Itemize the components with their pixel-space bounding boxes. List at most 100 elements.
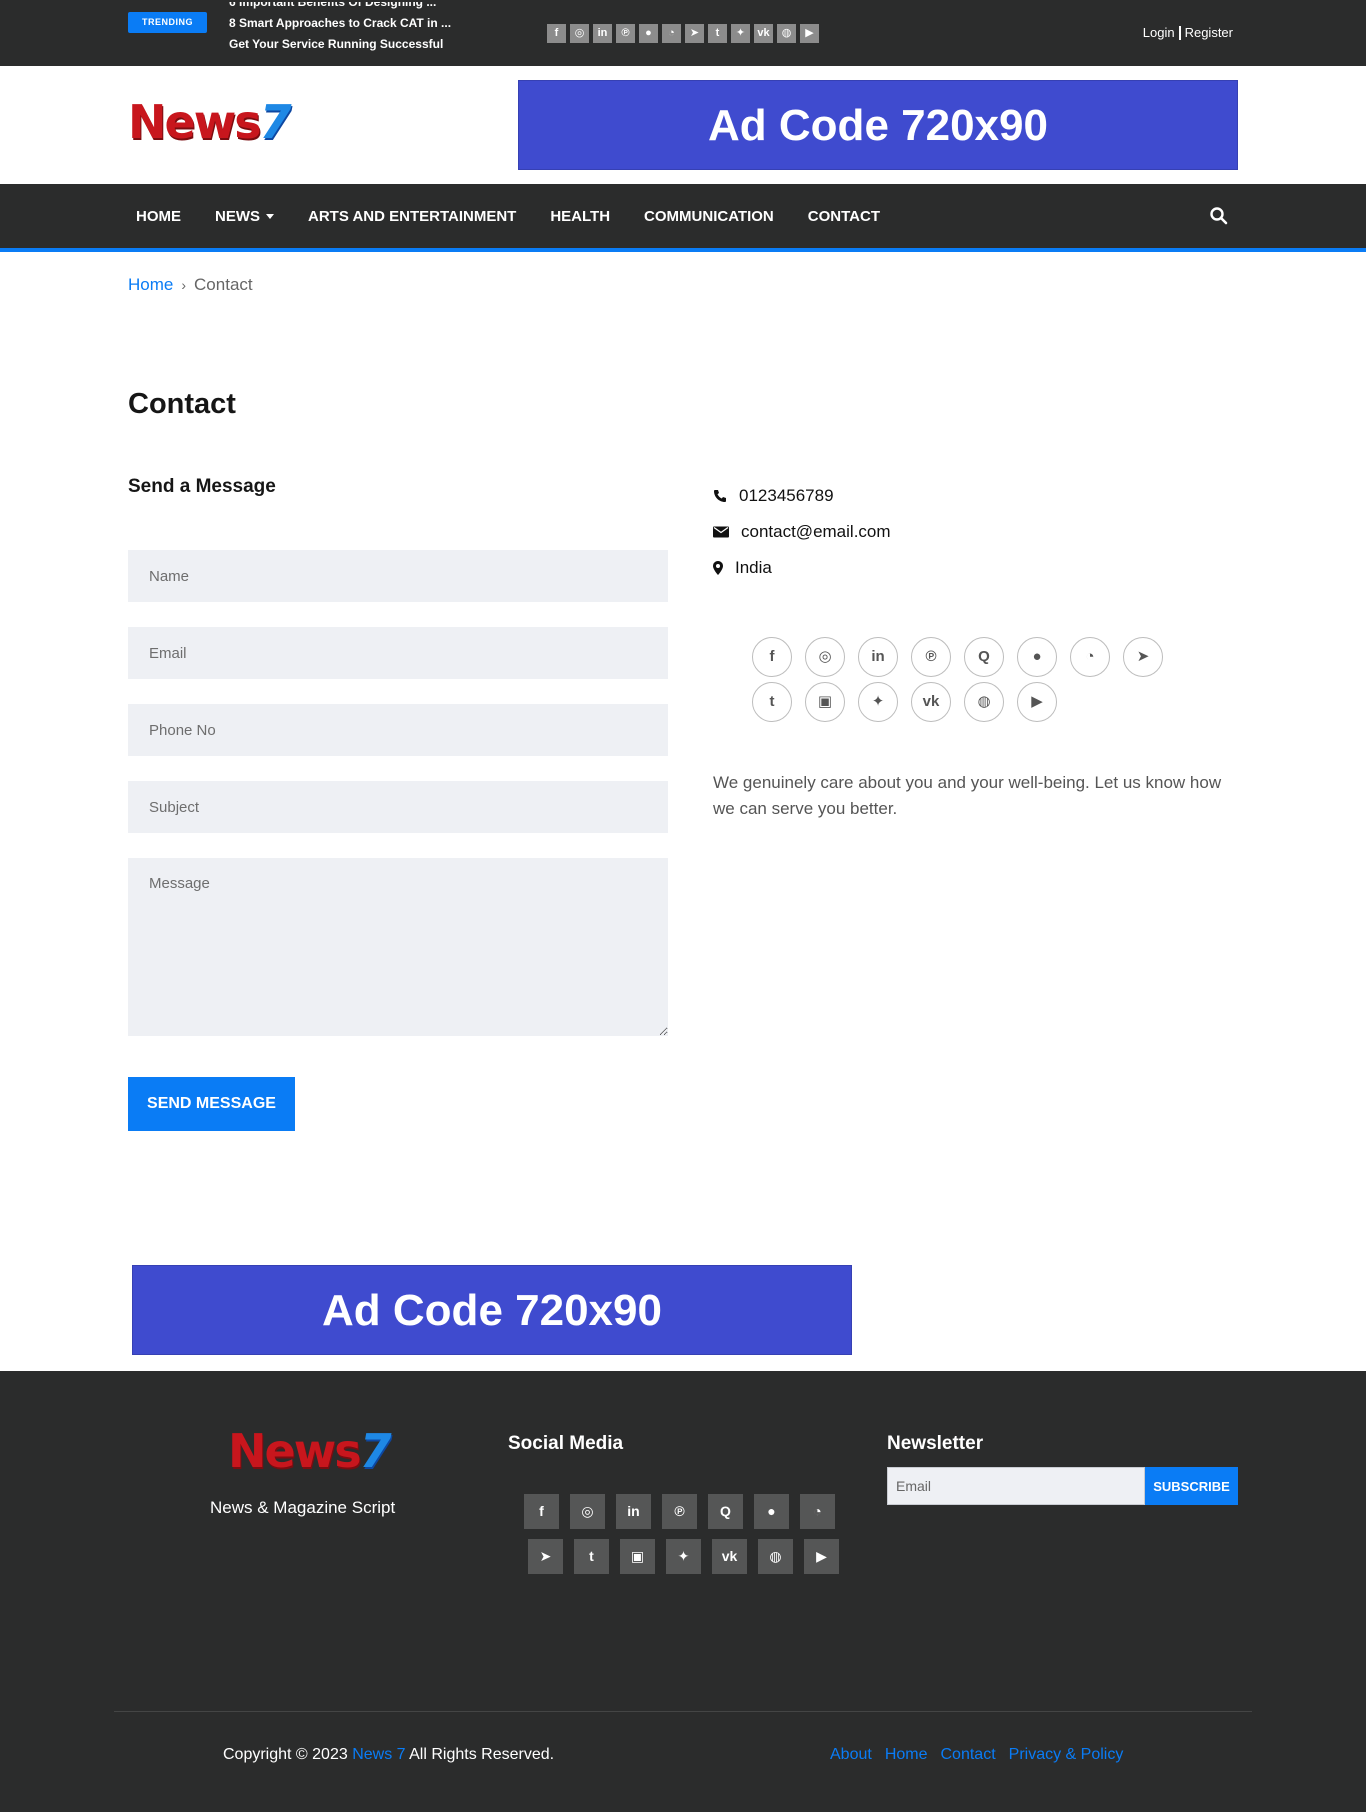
nav-item-contact[interactable]: CONTACT — [808, 208, 880, 225]
linkedin-icon[interactable]: in — [593, 24, 612, 43]
auth-divider — [1178, 25, 1181, 40]
email-address: contact@email.com — [741, 522, 891, 541]
logo-number: 7 — [259, 95, 292, 149]
pinterest-icon[interactable]: ℗ — [911, 637, 951, 677]
footer-divider — [114, 1711, 1252, 1712]
twitch-icon[interactable]: ▣ — [805, 682, 845, 722]
message-field[interactable] — [128, 858, 668, 1036]
youtube-icon[interactable]: ▶ — [804, 1539, 839, 1574]
breadcrumb-home[interactable]: Home — [128, 275, 173, 295]
quora-icon[interactable]: Q — [708, 1494, 743, 1529]
search-icon[interactable] — [1209, 206, 1229, 226]
twitter-icon[interactable]: ✦ — [731, 24, 750, 43]
facebook-icon[interactable]: f — [547, 24, 566, 43]
map-marker-icon — [713, 561, 723, 575]
nav-item-news-label: NEWS — [215, 207, 260, 225]
vk-icon[interactable]: vk — [911, 682, 951, 722]
copyright-brand-link[interactable]: News 7 — [352, 1746, 405, 1763]
main-navigation: HOME NEWS ARTS AND ENTERTAINMENT HEALTH … — [0, 184, 1366, 252]
linkedin-icon[interactable]: in — [858, 637, 898, 677]
ticker-headline[interactable]: 8 Smart Approaches to Crack CAT in ... — [229, 13, 489, 34]
nav-item-health[interactable]: HEALTH — [550, 208, 610, 225]
breadcrumb-current: Contact — [194, 275, 253, 294]
copyright: Copyright © 2023 News 7 All Rights Reser… — [223, 1746, 554, 1764]
chevron-right-icon: › — [181, 277, 187, 293]
twitch-icon[interactable]: ▣ — [620, 1539, 655, 1574]
nav-item-communication[interactable]: COMMUNICATION — [644, 208, 774, 225]
footer — [0, 1371, 1366, 1812]
footer-link-contact[interactable]: Contact — [941, 1746, 996, 1764]
register-link[interactable]: Register — [1185, 25, 1233, 40]
auth-links: Login Register — [1143, 25, 1233, 40]
reddit-icon[interactable]: ● — [754, 1494, 789, 1529]
tumblr-icon[interactable]: t — [574, 1539, 609, 1574]
twitter-icon[interactable]: ✦ — [666, 1539, 701, 1574]
header-ad-banner[interactable]: Ad Code 720x90 — [518, 80, 1238, 170]
instagram-icon[interactable]: ◎ — [570, 24, 589, 43]
name-field[interactable] — [128, 550, 668, 602]
footer-tagline: News & Magazine Script — [210, 1498, 396, 1517]
instagram-icon[interactable]: ◎ — [570, 1494, 605, 1529]
pinterest-icon[interactable]: ℗ — [662, 1494, 697, 1529]
tumblr-icon[interactable]: t — [708, 24, 727, 43]
contact-social-icons: f ◎ in ℗ Q ● ◔ ➤ t ▣ ✦ vk ◍ ▶ — [752, 637, 1192, 722]
site-logo[interactable]: News7 — [128, 95, 292, 149]
envelope-icon — [713, 526, 729, 538]
youtube-icon[interactable]: ▶ — [1017, 682, 1057, 722]
snapchat-icon[interactable]: ◔ — [662, 24, 681, 43]
logo-number: 7 — [359, 1424, 392, 1478]
tumblr-icon[interactable]: t — [752, 682, 792, 722]
nav-item-home[interactable]: HOME — [136, 208, 181, 225]
footer-link-about[interactable]: About — [830, 1746, 872, 1764]
contact-email: contact@email.com — [713, 522, 891, 542]
subject-field[interactable] — [128, 781, 668, 833]
footer-ad-banner[interactable]: Ad Code 720x90 — [132, 1265, 852, 1355]
snapchat-icon[interactable]: ◔ — [800, 1494, 835, 1529]
wechat-icon[interactable]: ◍ — [777, 24, 796, 43]
reddit-icon[interactable]: ● — [639, 24, 658, 43]
trending-ticker: 6 Important Benefits Of Designing ... 8 … — [229, 2, 489, 54]
nav-item-arts-and-entertainment[interactable]: ARTS AND ENTERTAINMENT — [308, 208, 516, 225]
footer-logo[interactable]: News7 — [228, 1424, 392, 1478]
vk-icon[interactable]: vk — [754, 24, 773, 43]
telegram-icon[interactable]: ➤ — [1123, 637, 1163, 677]
form-title: Send a Message — [128, 476, 276, 497]
ticker-headline[interactable]: 6 Important Benefits Of Designing ... — [229, 2, 489, 13]
phone-icon — [714, 490, 726, 502]
wechat-icon[interactable]: ◍ — [758, 1539, 793, 1574]
breadcrumb: Home › Contact — [128, 275, 253, 295]
telegram-icon[interactable]: ➤ — [528, 1539, 563, 1574]
footer-link-home[interactable]: Home — [885, 1746, 928, 1764]
linkedin-icon[interactable]: in — [616, 1494, 651, 1529]
social-media-heading: Social Media — [508, 1433, 624, 1454]
ticker-headline[interactable]: Get Your Service Running Successful — [229, 34, 489, 54]
copyright-prefix: Copyright © 2023 — [223, 1746, 348, 1763]
phone-field[interactable] — [128, 704, 668, 756]
location-text: India — [735, 558, 772, 577]
facebook-icon[interactable]: f — [524, 1494, 559, 1529]
login-link[interactable]: Login — [1143, 25, 1175, 40]
email-field[interactable] — [128, 627, 668, 679]
footer-links: About Home Contact Privacy & Policy — [830, 1746, 1123, 1764]
footer-link-privacy[interactable]: Privacy & Policy — [1009, 1746, 1124, 1764]
quora-icon[interactable]: Q — [964, 637, 1004, 677]
newsletter-email-input[interactable] — [887, 1467, 1145, 1505]
subscribe-button[interactable]: SUBSCRIBE — [1145, 1467, 1238, 1505]
instagram-icon[interactable]: ◎ — [805, 637, 845, 677]
send-message-button[interactable]: SEND MESSAGE — [128, 1077, 295, 1131]
snapchat-icon[interactable]: ◔ — [1070, 637, 1110, 677]
youtube-icon[interactable]: ▶ — [800, 24, 819, 43]
telegram-icon[interactable]: ➤ — [685, 24, 704, 43]
wechat-icon[interactable]: ◍ — [964, 682, 1004, 722]
phone-number: 0123456789 — [739, 486, 834, 505]
vk-icon[interactable]: vk — [712, 1539, 747, 1574]
facebook-icon[interactable]: f — [752, 637, 792, 677]
nav-item-news[interactable]: NEWS — [215, 208, 274, 225]
contact-phone: 0123456789 — [713, 486, 834, 506]
top-bar: TRENDING 6 Important Benefits Of Designi… — [0, 0, 1366, 66]
logo-word: News — [228, 1424, 362, 1478]
reddit-icon[interactable]: ● — [1017, 637, 1057, 677]
trending-badge: TRENDING — [128, 12, 207, 33]
twitter-icon[interactable]: ✦ — [858, 682, 898, 722]
pinterest-icon[interactable]: ℗ — [616, 24, 635, 43]
